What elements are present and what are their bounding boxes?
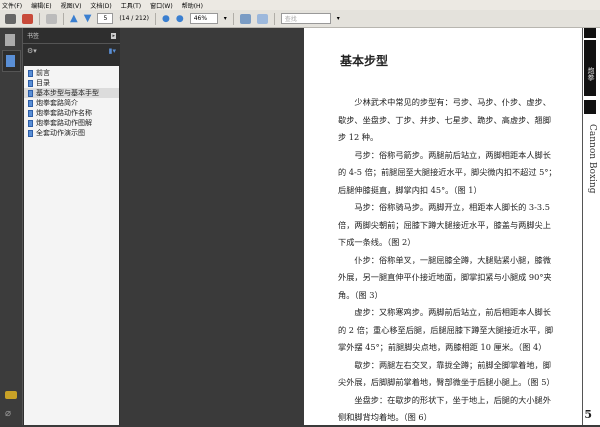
menu-file[interactable]: 文件(F) <box>2 1 22 10</box>
print-icon[interactable] <box>5 13 16 24</box>
navigation-icon-strip: ⌀ <box>0 28 22 425</box>
paragraph: 虚步：又称寒鸡步。两脚前后站立，前后相距本人脚长的 2 倍；重心移至后腿，后腿屈… <box>338 307 554 352</box>
menu-edit[interactable]: 编辑(E) <box>31 1 51 10</box>
zoom-dropdown-icon[interactable]: ▾ <box>224 15 227 22</box>
page-number-input[interactable]: 5 <box>97 13 114 24</box>
paragraph: 歇步：两腿左右交叉，靠拢全蹲；前脚全脚掌着地，脚尖外展，后脚脚前掌着地，臀部微坐… <box>338 359 555 388</box>
zoom-in-icon[interactable]: ● <box>176 14 184 24</box>
page-number: 5 <box>584 408 592 421</box>
bookmark-icon <box>28 69 33 77</box>
separator <box>39 12 40 25</box>
separator <box>155 12 157 25</box>
paragraph: 弓步：俗称弓箭步。两腿前后站立，两脚相距本人脚长的 4-5 倍；前腿屈至大腿接近… <box>338 149 557 195</box>
page-heading: 基本步型 <box>340 54 389 68</box>
bookmark-item[interactable]: 炮拳套路简介 <box>24 98 119 108</box>
pages-icon[interactable] <box>5 34 15 46</box>
separator <box>63 12 64 25</box>
search-dropdown-icon[interactable]: ▾ <box>337 15 340 22</box>
bookmark-item[interactable]: 前言 <box>24 68 119 78</box>
menu-document[interactable]: 文档(D) <box>90 1 111 10</box>
menu-window[interactable]: 窗口(W) <box>150 1 173 10</box>
menu-help[interactable]: 帮助(H) <box>182 1 203 10</box>
bookmark-icon <box>28 79 33 87</box>
bookmark-item-selected[interactable]: 基本步型与基本手型 <box>24 88 119 98</box>
bookmark-icon <box>28 109 33 117</box>
comments-icon[interactable] <box>5 391 17 399</box>
bookmark-icon <box>28 129 33 137</box>
bookmark-icon <box>28 119 33 127</box>
paragraph: 坐盘步：在歇步的形状下，坐于地上，后腿的大小腿外侧和脚背均着地。（图 6） <box>338 394 551 423</box>
create-pdf-icon[interactable] <box>22 13 33 24</box>
bookmark-icon <box>28 99 33 107</box>
zoom-input[interactable]: 46% <box>189 13 218 24</box>
collaborate-icon[interactable] <box>46 13 57 24</box>
bookmarks-icon[interactable] <box>6 55 15 67</box>
new-bookmark-icon[interactable]: ▮▾ <box>109 47 116 55</box>
paragraph: 仆步：俗称单叉，一腿屈膝全蹲，大腿贴紧小腿，膝微外展，另一腿直伸平仆接近地面，脚… <box>338 254 552 300</box>
bookmark-item[interactable]: 全套动作演示图 <box>24 128 119 138</box>
zoom-out-icon[interactable]: ● <box>162 14 170 24</box>
side-english-title: Cannon Boxing <box>587 124 597 194</box>
options-icon[interactable]: ⚙▾ <box>27 47 37 55</box>
page-count: (14 / 212) <box>119 15 150 22</box>
fit-width-icon[interactable] <box>239 13 251 24</box>
panel-title: 书签 <box>27 33 40 40</box>
page-body: 少林武术中常见的步型有：弓步、马步、仆步、虚步、歇步、坐盘步、丁步、并步、七星步… <box>338 94 558 427</box>
side-title: 炮拳 <box>584 40 596 96</box>
bookmark-item[interactable]: 炮拳套路动作名称 <box>24 108 119 118</box>
menu-bar: 文件(F) 编辑(E) 视图(V) 文档(D) 工具(T) 窗口(W) 帮助(H… <box>0 0 600 10</box>
attachments-icon[interactable]: ⌀ <box>5 408 11 419</box>
fit-page-icon[interactable] <box>256 13 268 24</box>
document-page: 基本步型 少林武术中常见的步型有：弓步、马步、仆步、虚步、歇步、坐盘步、丁步、并… <box>304 28 600 425</box>
bookmark-item[interactable]: 目录 <box>24 78 119 88</box>
menu-view[interactable]: 视图(V) <box>61 1 82 10</box>
bookmark-icon <box>28 89 33 97</box>
paragraph: 少林武术中常见的步型有：弓步、马步、仆步、虚步、歇步、坐盘步、丁步、并步、七星步… <box>338 97 551 142</box>
menu-tools[interactable]: 工具(T) <box>121 1 141 10</box>
bookmark-item[interactable]: 炮拳套路动作图解 <box>24 118 119 128</box>
bookmarks-panel: 书签 ▸ ⚙▾ ▮▾ 前言 目录 基本步型与基本手型 炮拳套路简介 炮拳套路动作名称… <box>22 28 120 425</box>
search-input[interactable]: 查找 <box>280 13 331 24</box>
separator <box>232 12 234 25</box>
panel-menu-button[interactable]: ▸ <box>111 32 116 39</box>
previous-page-icon[interactable]: ▲ <box>70 13 78 24</box>
side-band: 炮拳 Cannon Boxing <box>582 28 597 425</box>
separator <box>273 12 275 25</box>
next-page-icon[interactable]: ▼ <box>84 13 92 24</box>
toolbar: ▲ ▼ 5 (14 / 212) ● ● 46% ▾ 查找 ▾ <box>0 10 600 28</box>
paragraph: 马步：俗称骑马步。两脚开立，相距本人脚长的 3-3.5 倍，两脚尖朝前；屈膝下蹲… <box>338 202 551 247</box>
bookmark-list: 前言 目录 基本步型与基本手型 炮拳套路简介 炮拳套路动作名称 炮拳套路动作图解… <box>24 66 119 425</box>
